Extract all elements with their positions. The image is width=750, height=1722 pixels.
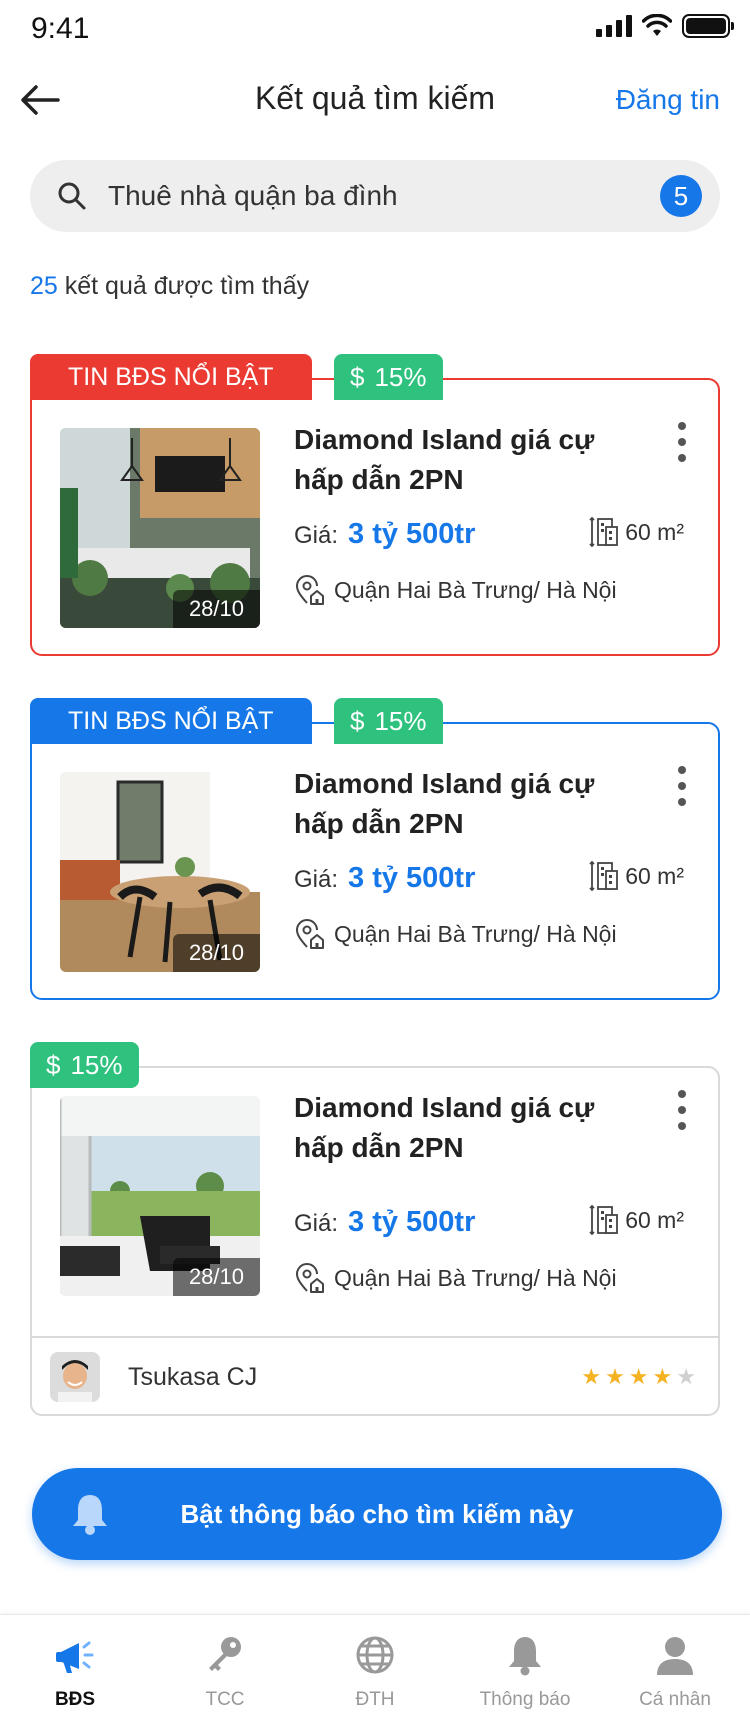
result-count-text: kết quả được tìm thấy [57, 272, 310, 300]
featured-tag: TIN BĐS NỔI BẬT [30, 698, 312, 744]
discount-badge: $ 15% [30, 1042, 139, 1088]
listing-photo[interactable]: 28/10 [60, 772, 260, 972]
price-value: 3 tỷ 500tr [348, 518, 476, 550]
star-icon: ★ [628, 1364, 649, 1389]
discount-value: 15% [70, 1049, 123, 1080]
nav-item-tcc[interactable]: TCC [150, 1615, 300, 1722]
nav-label: Cá nhân [639, 1689, 711, 1710]
building-area-icon [589, 1204, 619, 1236]
owner-name[interactable]: Tsukasa CJ [128, 1363, 257, 1392]
discount-badge: $ 15% [334, 354, 443, 400]
listing-card[interactable]: 28/10 Diamond Island giá cự hấp dẫn 2PN … [30, 378, 720, 656]
discount-value: 15% [374, 705, 427, 736]
avatar[interactable] [50, 1352, 100, 1402]
result-count-number: 25 [30, 272, 58, 300]
location-text: Quận Hai Bà Trưng/ Hà Nội [334, 920, 617, 947]
price-row: Giá: 3 tỷ 500tr [294, 1206, 475, 1239]
star-icon: ★ [581, 1364, 602, 1389]
price-row: Giá: 3 tỷ 500tr [294, 518, 475, 551]
location-text: Quận Hai Bà Trưng/ Hà Nội [334, 1264, 617, 1291]
area-info: 60 m² [589, 1204, 684, 1236]
post-listing-link[interactable]: Đăng tin [616, 84, 720, 116]
listing-title[interactable]: Diamond Island giá cự hấp dẫn 2PN [294, 764, 634, 844]
discount-value: 15% [374, 361, 427, 392]
search-input[interactable] [108, 172, 628, 220]
result-count: 25 kết quả được tìm thấy [30, 272, 309, 301]
star-icon: ★ [652, 1364, 673, 1389]
arrow-left-icon [21, 85, 60, 115]
signal-icon [596, 15, 632, 37]
search-icon [58, 182, 86, 210]
location-home-icon [295, 1263, 324, 1293]
star-empty-icon: ★ [676, 1364, 696, 1389]
card-divider [32, 1336, 718, 1338]
listing-photo[interactable]: 28/10 [60, 1096, 260, 1296]
location-info: Quận Hai Bà Trưng/ Hà Nội [294, 1262, 617, 1294]
status-bar: 9:41 [0, 0, 750, 60]
more-options-button[interactable] [670, 1090, 694, 1130]
area-value: 60 m² [625, 518, 684, 545]
bottom-nav: BĐS TCC ĐTH Thông báo Cá nhân [0, 1614, 750, 1722]
owner-rating: ★ ★ ★ ★ ★ [581, 1364, 696, 1390]
wifi-icon [642, 14, 672, 36]
nav-item-notifications[interactable]: Thông báo [450, 1615, 600, 1722]
location-info: Quận Hai Bà Trưng/ Hà Nội [294, 918, 617, 950]
featured-tag: TIN BĐS NỔI BẬT [30, 354, 312, 400]
area-info: 60 m² [589, 860, 684, 892]
listing-title[interactable]: Diamond Island giá cự hấp dẫn 2PN [294, 420, 634, 500]
nav-label: Thông báo [479, 1689, 571, 1710]
status-icons [596, 14, 734, 38]
status-time: 9:41 [31, 12, 90, 45]
area-value: 60 m² [625, 862, 684, 889]
key-icon [209, 1637, 241, 1671]
listing-card[interactable]: 28/10 Diamond Island giá cự hấp dẫn 2PN … [30, 1066, 720, 1416]
price-value: 3 tỷ 500tr [348, 1206, 476, 1238]
globe-icon [356, 1636, 394, 1674]
dollar-icon: $ [46, 1049, 61, 1080]
location-home-icon [295, 575, 324, 605]
nav-label: TCC [205, 1689, 245, 1710]
listing-date: 28/10 [172, 590, 260, 628]
user-icon [657, 1637, 693, 1675]
listing-date: 28/10 [172, 934, 260, 972]
enable-search-notification-button[interactable]: Bật thông báo cho tìm kiếm này [32, 1468, 722, 1560]
nav-label: ĐTH [355, 1689, 395, 1710]
price-label: Giá: [294, 522, 339, 549]
owner-info[interactable]: Tsukasa CJ [50, 1352, 257, 1402]
price-value: 3 tỷ 500tr [348, 862, 476, 894]
discount-badge: $ 15% [334, 698, 443, 744]
battery-icon [682, 14, 734, 38]
bell-icon [509, 1637, 541, 1676]
header: Kết quả tìm kiếm Đăng tin [0, 70, 750, 130]
dollar-icon: $ [350, 361, 365, 392]
location-text: Quận Hai Bà Trưng/ Hà Nội [334, 576, 617, 603]
nav-item-profile[interactable]: Cá nhân [600, 1615, 750, 1722]
location-home-icon [295, 919, 324, 949]
star-icon: ★ [605, 1364, 625, 1389]
nav-item-dth[interactable]: ĐTH [300, 1615, 450, 1722]
area-info: 60 m² [589, 516, 684, 548]
price-row: Giá: 3 tỷ 500tr [294, 862, 475, 895]
more-options-button[interactable] [670, 422, 694, 462]
building-area-icon [589, 860, 619, 892]
back-button[interactable] [18, 78, 62, 122]
listing-title[interactable]: Diamond Island giá cự hấp dẫn 2PN [294, 1088, 634, 1168]
bell-icon [73, 1495, 107, 1535]
listing-photo[interactable]: 28/10 [60, 428, 260, 628]
filter-count-badge[interactable]: 5 [660, 175, 702, 217]
megaphone-icon [56, 1641, 94, 1673]
listing-card[interactable]: 28/10 Diamond Island giá cự hấp dẫn 2PN … [30, 722, 720, 1000]
notify-button-label: Bật thông báo cho tìm kiếm này [180, 1498, 574, 1529]
listing-date: 28/10 [172, 1258, 260, 1296]
building-area-icon [589, 516, 619, 548]
area-value: 60 m² [625, 1206, 684, 1233]
price-label: Giá: [294, 1210, 339, 1237]
nav-label: BĐS [54, 1689, 96, 1710]
search-bar: 5 [30, 160, 720, 232]
price-label: Giá: [294, 866, 339, 893]
more-options-button[interactable] [670, 766, 694, 806]
nav-item-bds[interactable]: BĐS [0, 1615, 150, 1722]
location-info: Quận Hai Bà Trưng/ Hà Nội [294, 574, 617, 606]
dollar-icon: $ [350, 705, 365, 736]
